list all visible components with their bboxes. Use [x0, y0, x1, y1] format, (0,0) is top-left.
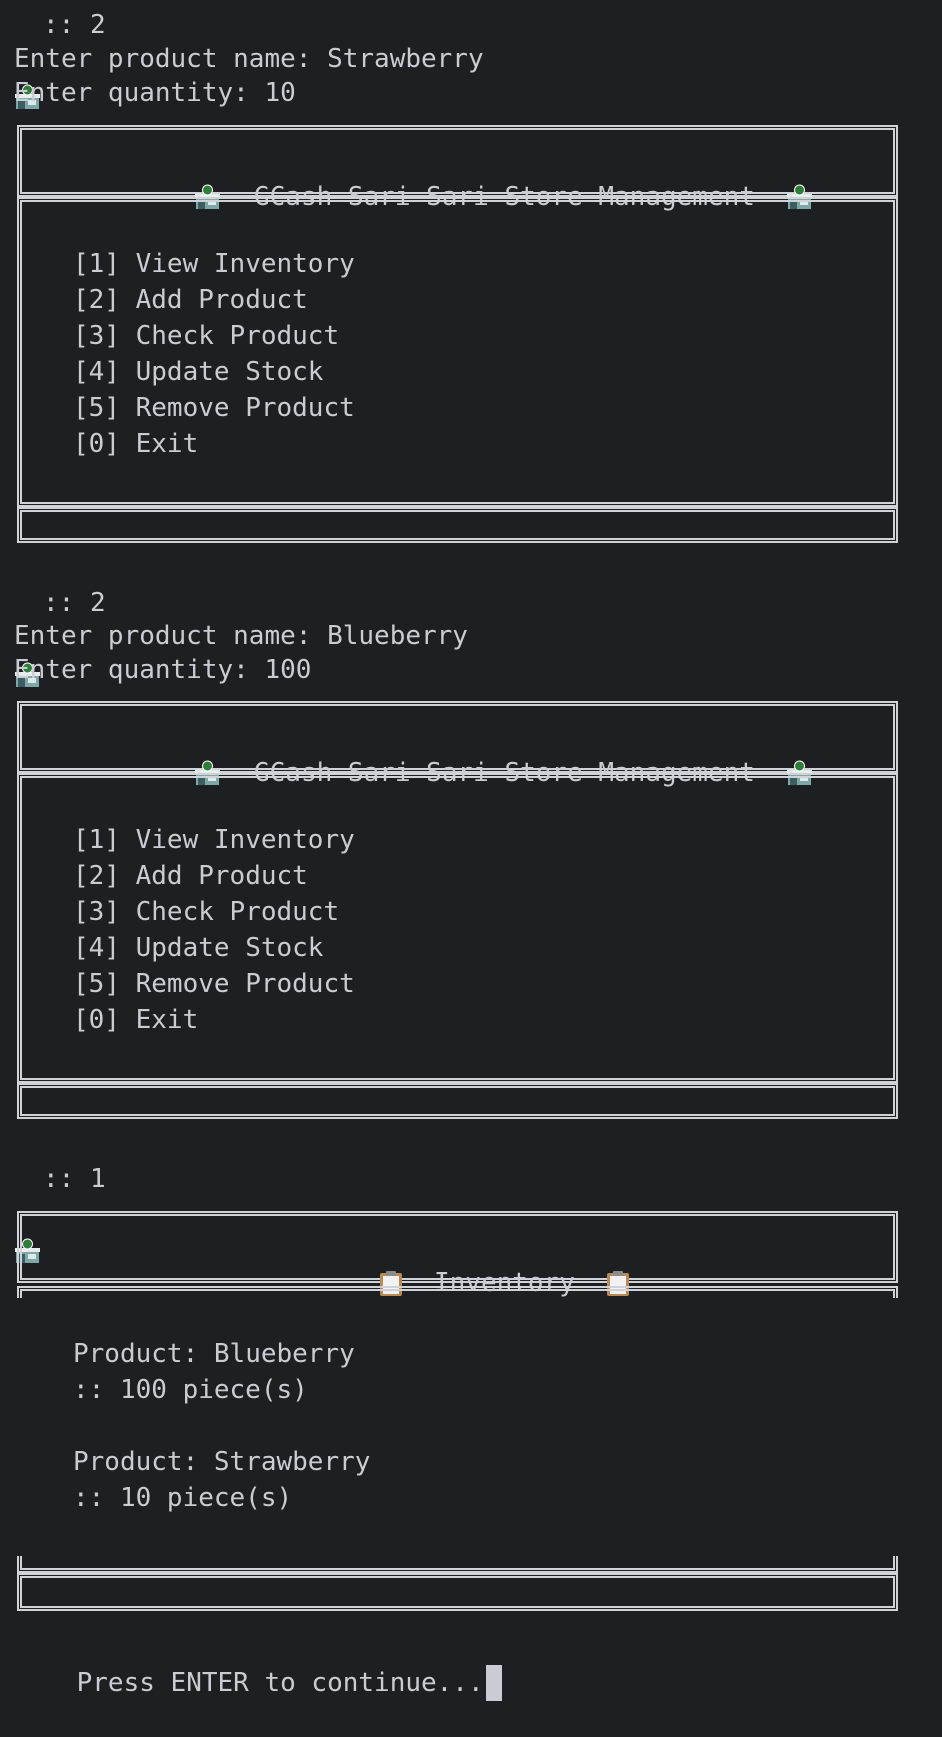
list-item: Product: Blueberry — [73, 1339, 355, 1369]
menu-choice: 2 — [89, 10, 106, 40]
convenience-store-icon — [14, 590, 41, 687]
product-name: Strawberry — [213, 1447, 371, 1477]
quantity-line: Enter quantity: 100 — [14, 655, 312, 685]
menu-item-remove-product: [5] Remove Product — [73, 969, 355, 999]
menu-item-add-product: [2] Add Product — [73, 861, 308, 891]
inventory-title: Inventory — [17, 1229, 898, 1298]
menu-title: GCash Sari-Sari Store Management — [17, 719, 898, 788]
convenience-store-icon — [14, 1166, 41, 1263]
menu-box: GCash Sari-Sari Store Management [1] Vie… — [17, 701, 898, 1119]
list-item: Product: Strawberry — [73, 1447, 371, 1477]
product-quantity: :: 10 piece(s) — [73, 1483, 293, 1513]
menu-list: [1] View Inventory [2] Add Product [3] C… — [73, 246, 355, 462]
text-cursor[interactable] — [485, 1665, 502, 1701]
input-prompt-1: :: 2 — [14, 7, 106, 109]
menu-list: [1] View Inventory [2] Add Product [3] C… — [73, 822, 355, 1038]
product-name-value: Strawberry — [327, 44, 484, 74]
prompt-symbol: :: — [43, 10, 75, 40]
input-prompt-2: :: 2 — [14, 585, 106, 687]
menu-choice: 2 — [89, 588, 106, 618]
menu-item-add-product: [2] Add Product — [73, 285, 308, 315]
prompt-symbol: :: — [43, 588, 75, 618]
product-name-value: Blueberry — [327, 621, 468, 651]
menu-item-update-stock: [4] Update Stock — [73, 357, 324, 387]
product-name-line: Enter product name: Blueberry — [14, 621, 468, 651]
product-name-line: Enter product name: Strawberry — [14, 44, 484, 74]
menu-item-exit: [0] Exit — [73, 429, 199, 459]
menu-item-remove-product: [5] Remove Product — [73, 393, 355, 423]
quantity-value: 10 — [264, 78, 296, 108]
menu-item-view-inventory: [1] View Inventory — [73, 825, 355, 855]
menu-choice: 1 — [89, 1164, 106, 1194]
continue-prompt: Press ENTER to continue... — [14, 1629, 502, 1701]
inventory-box: Inventory Product: Blueberry :: 100 piec… — [17, 1211, 898, 1611]
quantity-line: Enter quantity: 10 — [14, 78, 296, 108]
menu-item-check-product: [3] Check Product — [73, 321, 340, 351]
menu-item-exit: [0] Exit — [73, 1005, 199, 1035]
product-name: Blueberry — [213, 1339, 355, 1369]
product-quantity: :: 100 piece(s) — [73, 1375, 308, 1405]
menu-item-update-stock: [4] Update Stock — [73, 933, 324, 963]
menu-box: GCash Sari-Sari Store Management [1] Vie… — [17, 125, 898, 543]
menu-title: GCash Sari-Sari Store Management — [17, 143, 898, 212]
inventory-list: Product: Blueberry :: 100 piece(s) Produ… — [73, 1336, 370, 1516]
convenience-store-icon — [14, 12, 41, 109]
menu-item-check-product: [3] Check Product — [73, 897, 340, 927]
input-prompt-3: :: 1 — [14, 1161, 106, 1263]
quantity-value: 100 — [264, 655, 312, 685]
prompt-symbol: :: — [43, 1164, 75, 1194]
menu-item-view-inventory: [1] View Inventory — [73, 249, 355, 279]
